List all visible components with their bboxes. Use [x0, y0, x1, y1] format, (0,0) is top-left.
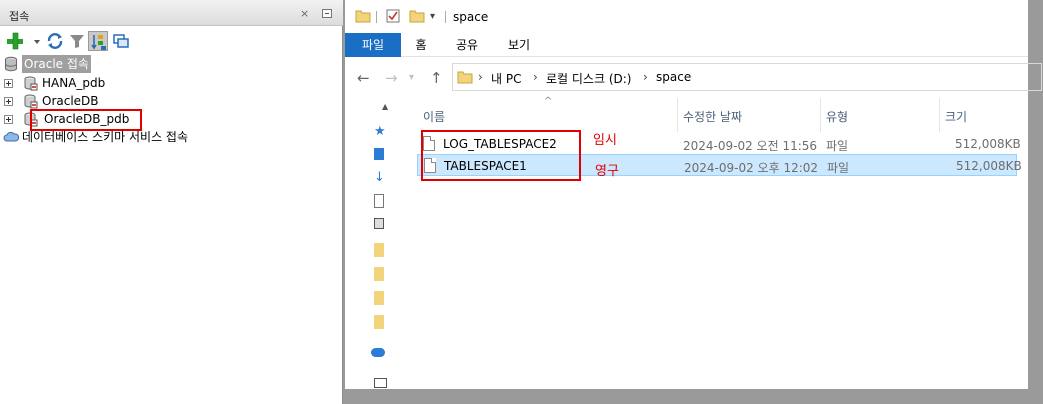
sort-ascending-icon: ^ — [544, 96, 553, 107]
column-divider[interactable] — [939, 98, 940, 132]
connections-toolbar — [0, 27, 343, 55]
new-folder-icon[interactable] — [409, 9, 425, 26]
tab-file[interactable]: 파일 — [345, 33, 401, 57]
manage-cloud-icon[interactable] — [111, 31, 131, 51]
tree-node-label: Oracle 접속 — [22, 55, 91, 73]
annotation-temp: 임시 — [593, 133, 617, 148]
column-divider[interactable] — [677, 98, 678, 132]
screen: 접속 × Oracle 접속 HANA_pdb OracleDB OracleD… — [0, 0, 1043, 404]
file-list: ^ 이름 수정한 날짜 유형 크기 LOG_TABLESPACE2 2024-0… — [411, 96, 1028, 389]
expand-icon[interactable] — [4, 115, 13, 124]
folder-icon — [355, 9, 371, 26]
annotation-permanent: 영구 — [595, 164, 619, 179]
navigation-bar: ← → ▾ ↑ › 내 PC › 로컬 디스크 (D:) › space — [345, 58, 1042, 98]
column-divider[interactable] — [820, 98, 821, 132]
file-size: 512,008KB — [955, 137, 1021, 151]
separator — [376, 11, 377, 23]
breadcrumb-item[interactable]: 로컬 디스크 (D:) — [546, 70, 631, 87]
tree-node-label: 데이터베이스 스키마 서비스 접속 — [22, 130, 189, 144]
folder-icon — [457, 69, 473, 88]
tree-node-oracledb[interactable]: OracleDB — [0, 92, 340, 110]
tree-node-cloud-connections[interactable]: 데이터베이스 스키마 서비스 접속 — [0, 128, 340, 146]
navigation-pane-scrollbar[interactable]: ▲ — [382, 100, 391, 389]
tab-home[interactable]: 홈 — [407, 33, 435, 57]
ribbon-tabs: 파일 홈 공유 보기 — [345, 33, 1028, 57]
breadcrumb-separator: › — [533, 70, 538, 84]
close-icon[interactable]: × — [300, 7, 309, 20]
column-headers: ^ 이름 수정한 날짜 유형 크기 — [411, 96, 1028, 134]
tab-share[interactable]: 공유 — [449, 33, 485, 57]
tree-node-label: OracleDB — [42, 94, 99, 108]
breadcrumb-item[interactable]: 내 PC — [491, 70, 521, 87]
quick-access-toolbar: ▾ space — [345, 0, 1028, 32]
column-header-size[interactable]: 크기 — [945, 108, 967, 125]
file-modified: 2024-09-02 오전 11:56 — [683, 139, 818, 153]
expand-icon[interactable] — [4, 79, 13, 88]
tree-node-label: HANA_pdb — [42, 76, 106, 90]
refresh-icon[interactable] — [45, 31, 65, 51]
customize-dropdown-icon[interactable]: ▾ — [430, 11, 435, 22]
connection-icon — [22, 75, 38, 91]
filter-icon[interactable] — [67, 31, 87, 51]
separator — [445, 11, 446, 23]
cloud-icon — [3, 129, 19, 145]
scroll-up-icon[interactable]: ▲ — [382, 102, 388, 111]
file-size: 512,008KB — [956, 159, 1022, 173]
database-icon — [3, 56, 19, 72]
navigation-pane: ★ ↓ ▲ — [345, 98, 391, 389]
column-header-modified[interactable]: 수정한 날짜 — [683, 108, 742, 125]
recent-locations-icon[interactable]: ▾ — [409, 72, 414, 83]
tree-node-oracle-connections[interactable]: Oracle 접속 — [0, 55, 340, 73]
up-icon[interactable]: ↑ — [430, 69, 443, 87]
minimize-icon[interactable] — [322, 9, 332, 18]
connections-panel: 접속 × Oracle 접속 HANA_pdb OracleDB OracleD… — [0, 0, 343, 404]
file-type: 파일 — [826, 139, 849, 153]
schema-browser-icon[interactable] — [88, 31, 108, 51]
column-header-name[interactable]: 이름 — [423, 108, 445, 125]
column-header-type[interactable]: 유형 — [826, 108, 848, 125]
window-title: space — [453, 10, 489, 24]
tab-view[interactable]: 보기 — [501, 33, 537, 57]
address-bar[interactable]: › 내 PC › 로컬 디스크 (D:) › space — [452, 63, 1042, 91]
tree-node-hana-pdb[interactable]: HANA_pdb — [0, 74, 340, 92]
add-connection-icon[interactable] — [5, 31, 25, 51]
connection-icon — [22, 93, 38, 109]
file-explorer-window: ▾ space 파일 홈 공유 보기 ← → ▾ ↑ › 내 PC › 로컬 디… — [345, 0, 1042, 389]
highlight-box — [421, 130, 581, 181]
forward-icon[interactable]: → — [385, 69, 398, 87]
connections-panel-header: 접속 × — [0, 0, 343, 26]
connections-panel-title: 접속 — [9, 10, 30, 23]
file-modified: 2024-09-02 오후 12:02 — [684, 161, 819, 175]
file-type: 파일 — [827, 161, 850, 175]
breadcrumb-separator: › — [478, 70, 483, 84]
breadcrumb-item[interactable]: space — [656, 70, 691, 84]
dropdown-arrow-icon[interactable] — [27, 31, 40, 51]
expand-icon[interactable] — [4, 97, 13, 106]
back-icon[interactable]: ← — [357, 69, 370, 87]
properties-icon[interactable] — [386, 9, 400, 26]
breadcrumb-separator: › — [643, 70, 648, 84]
